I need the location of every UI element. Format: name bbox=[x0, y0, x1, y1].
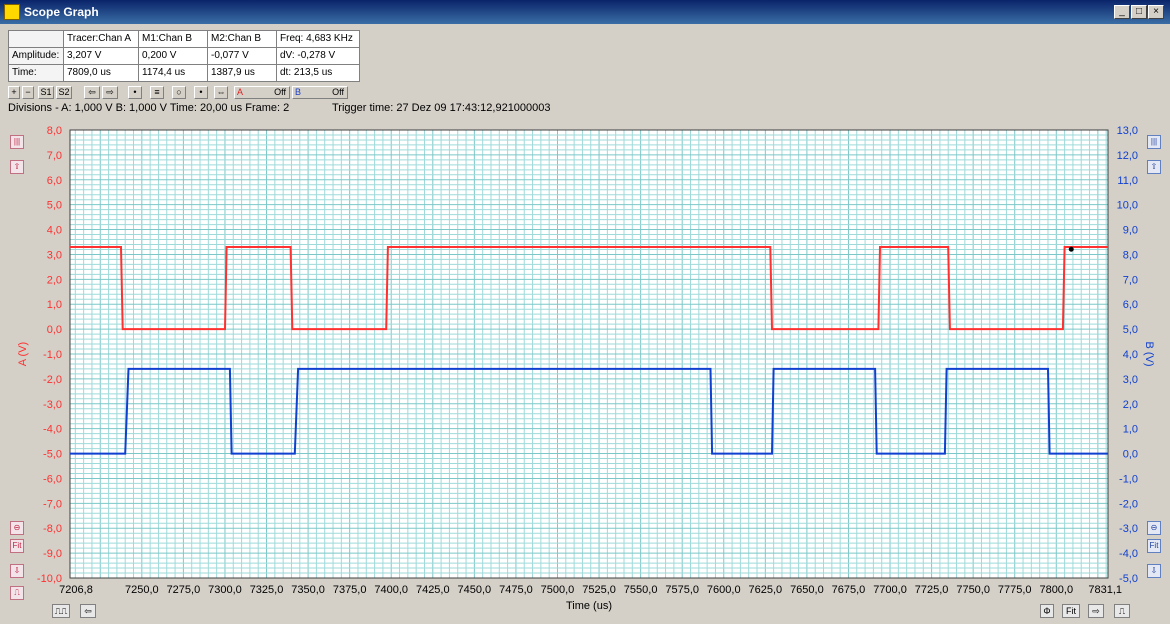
y-right-tick-label: 13,0 bbox=[1117, 125, 1138, 137]
y-left-tick-label: 0,0 bbox=[47, 324, 62, 336]
x-tick-label: 7675,0 bbox=[832, 584, 866, 596]
y-left-tick-label: 4,0 bbox=[47, 225, 62, 237]
chan-b-scale-icon[interactable]: ||| bbox=[1147, 135, 1161, 149]
x-tick-label: 7500,0 bbox=[541, 584, 575, 596]
chan-a-fit-button[interactable]: Fit bbox=[10, 539, 24, 553]
y-right-tick-label: 9,0 bbox=[1123, 225, 1138, 237]
time-right-icon[interactable]: ⇨ bbox=[1088, 604, 1104, 618]
x-tick-label: 7325,0 bbox=[250, 584, 284, 596]
y-left-tick-label: 1,0 bbox=[47, 299, 62, 311]
y-left-tick-label: 5,0 bbox=[47, 200, 62, 212]
x-tick-label: 7350,0 bbox=[291, 584, 325, 596]
y-right-tick-label: 8,0 bbox=[1123, 249, 1138, 261]
y-left-tick-label: -4,0 bbox=[43, 424, 62, 436]
y-right-tick-label: 1,0 bbox=[1123, 424, 1138, 436]
y-left-tick-label: -7,0 bbox=[43, 498, 62, 510]
y-right-tick-label: -1,0 bbox=[1119, 473, 1138, 485]
scope-graph-window: Scope Graph _ □ × Tracer:Chan A M1:Chan … bbox=[0, 0, 1170, 624]
y-right-tick-label: -2,0 bbox=[1119, 498, 1138, 510]
y-left-tick-label: -3,0 bbox=[43, 399, 62, 411]
time-left-icon[interactable]: ⇦ bbox=[80, 604, 96, 618]
x-tick-label: 7450,0 bbox=[458, 584, 492, 596]
x-tick-label: 7725,0 bbox=[915, 584, 949, 596]
y-left-tick-label: 6,0 bbox=[47, 175, 62, 187]
chan-b-down-icon[interactable]: ⇩ bbox=[1147, 564, 1161, 578]
x-tick-label: 7275,0 bbox=[167, 584, 201, 596]
chan-a-scale-icon[interactable]: ||| bbox=[10, 135, 24, 149]
y-right-tick-label: 11,0 bbox=[1117, 175, 1138, 187]
x-tick-label: 7250,0 bbox=[125, 584, 159, 596]
x-tick-label: 7425,0 bbox=[416, 584, 450, 596]
y-left-tick-label: -2,0 bbox=[43, 374, 62, 386]
x-tick-label: 7300,0 bbox=[208, 584, 242, 596]
chan-b-center-icon[interactable]: ⊖ bbox=[1147, 521, 1161, 535]
y-right-tick-label: 6,0 bbox=[1123, 299, 1138, 311]
y-right-tick-label: 3,0 bbox=[1123, 374, 1138, 386]
y-right-tick-label: 0,0 bbox=[1123, 449, 1138, 461]
y-right-tick-label: -4,0 bbox=[1119, 548, 1138, 560]
y-right-tick-label: 7,0 bbox=[1123, 274, 1138, 286]
chan-a-up-icon[interactable]: ⇧ bbox=[10, 160, 24, 174]
y-right-axis-label: B (V) bbox=[1143, 341, 1155, 366]
y-right-tick-label: 2,0 bbox=[1123, 399, 1138, 411]
x-tick-label: 7206,8 bbox=[59, 584, 93, 596]
x-tick-label: 7550,0 bbox=[624, 584, 658, 596]
tracer-marker bbox=[1068, 246, 1074, 252]
y-left-tick-label: -9,0 bbox=[43, 548, 62, 560]
y-left-axis-label: A (V) bbox=[17, 342, 29, 366]
y-right-tick-label: 12,0 bbox=[1117, 150, 1138, 162]
y-right-tick-label: 4,0 bbox=[1123, 349, 1138, 361]
x-tick-label: 7750,0 bbox=[956, 584, 990, 596]
x-tick-label: 7650,0 bbox=[790, 584, 824, 596]
y-left-tick-label: -1,0 bbox=[43, 349, 62, 361]
x-tick-label: 7700,0 bbox=[873, 584, 907, 596]
x-tick-label: 7625,0 bbox=[748, 584, 782, 596]
time-wave-icon[interactable]: ⎍⎍ bbox=[52, 604, 70, 618]
y-left-tick-label: -6,0 bbox=[43, 473, 62, 485]
y-left-tick-label: 8,0 bbox=[47, 125, 62, 137]
scope-plot[interactable]: 8,0 7,0 6,0 5,0 4,0 3,0 2,0 1,0 0,0 -1,0 -2,0 -3,0 -… bbox=[0, 0, 1170, 624]
y-left-tick-label: -8,0 bbox=[43, 523, 62, 535]
chan-b-fit-button[interactable]: Fit bbox=[1147, 539, 1161, 553]
y-left-tick-label: 2,0 bbox=[47, 274, 62, 286]
y-right-tick-label: -3,0 bbox=[1119, 523, 1138, 535]
x-tick-label: 7525,0 bbox=[582, 584, 616, 596]
y-left-tick-label: 7,0 bbox=[47, 150, 62, 162]
x-tick-label: 7575,0 bbox=[665, 584, 699, 596]
x-tick-label: 7775,0 bbox=[998, 584, 1032, 596]
y-left-tick-label: 3,0 bbox=[47, 249, 62, 261]
chan-b-up-icon[interactable]: ⇧ bbox=[1147, 160, 1161, 174]
x-tick-label: 7800,0 bbox=[1039, 584, 1073, 596]
x-tick-label: 7600,0 bbox=[707, 584, 741, 596]
chan-a-center-icon[interactable]: ⊖ bbox=[10, 521, 24, 535]
x-tick-label: 7375,0 bbox=[333, 584, 367, 596]
x-tick-label: 7831,1 bbox=[1088, 584, 1122, 596]
chan-a-wave-icon[interactable]: ⎍ bbox=[10, 586, 24, 600]
chan-a-down-icon[interactable]: ⇩ bbox=[10, 564, 24, 578]
y-right-tick-label: 5,0 bbox=[1123, 324, 1138, 336]
time-fit-button[interactable]: Fit bbox=[1062, 604, 1080, 618]
x-axis-label: Time (us) bbox=[566, 600, 612, 612]
x-tick-label: 7400,0 bbox=[374, 584, 408, 596]
x-tick-label: 7475,0 bbox=[499, 584, 533, 596]
time-pulse-icon[interactable]: ⎍ bbox=[1114, 604, 1130, 618]
time-center-icon[interactable]: Φ bbox=[1040, 604, 1054, 618]
y-right-tick-label: 10,0 bbox=[1117, 200, 1138, 212]
y-left-tick-label: -5,0 bbox=[43, 449, 62, 461]
